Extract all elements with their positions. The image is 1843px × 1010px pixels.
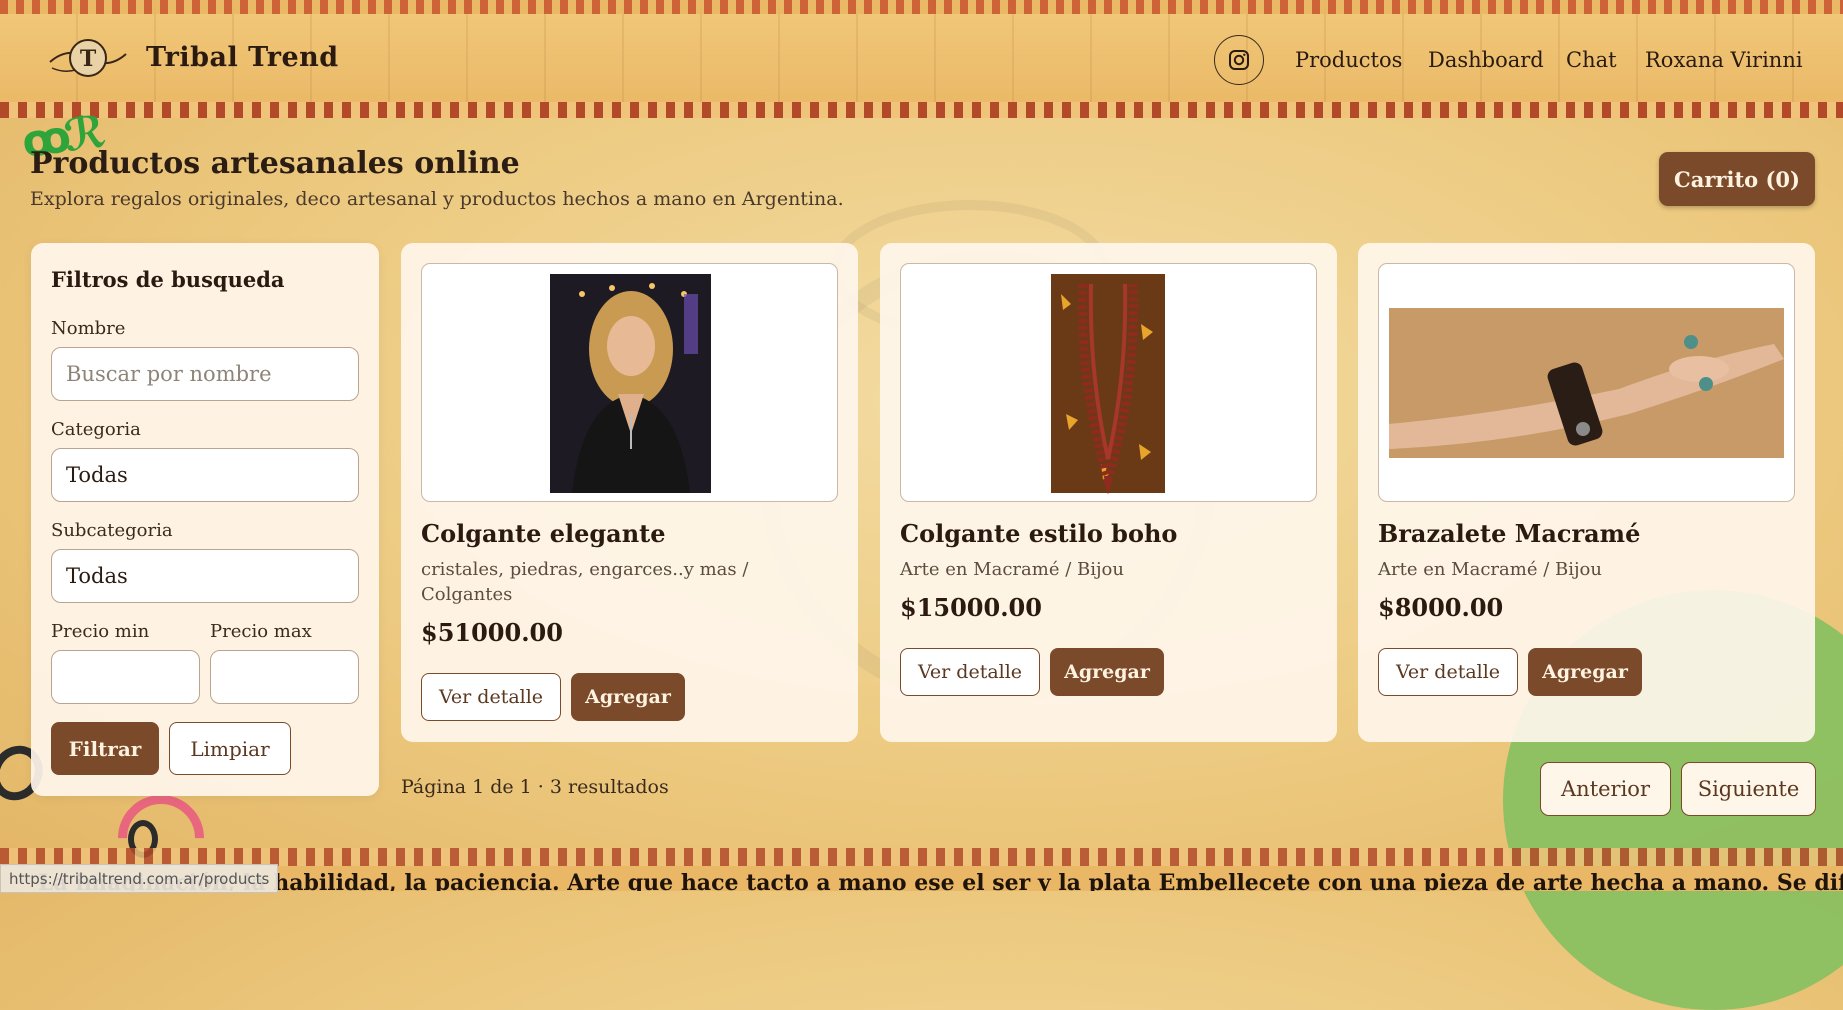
product-name[interactable]: Colgante estilo boho [900, 519, 1177, 548]
product-photo-macrame-bracelet [1389, 308, 1784, 458]
product-card: Brazalete Macramé Arte en Macramé / Bijo… [1358, 243, 1815, 742]
product-image[interactable] [900, 263, 1317, 502]
header-pattern-top [0, 0, 1843, 14]
product-photo-woman-pendant [550, 274, 711, 493]
filter-button[interactable]: Filtrar [51, 722, 159, 775]
nav-chat[interactable]: Chat [1566, 48, 1617, 72]
previous-page-button[interactable]: Anterior [1540, 762, 1671, 816]
product-card: Colgante estilo boho Arte en Macramé / B… [880, 243, 1337, 742]
product-photo-boho-necklace [1051, 274, 1165, 495]
product-price: $15000.00 [900, 593, 1042, 622]
next-page-button[interactable]: Siguiente [1681, 762, 1816, 816]
svg-text:T: T [80, 46, 97, 72]
product-image[interactable] [421, 263, 838, 502]
view-detail-button[interactable]: Ver detalle [1378, 648, 1518, 696]
product-price: $51000.00 [421, 618, 563, 647]
add-to-cart-button[interactable]: Agregar [1050, 648, 1164, 696]
product-category: cristales, piedras, engarces..y mas / Co… [421, 559, 749, 605]
nav-user-menu[interactable]: Roxana Virinni [1645, 48, 1803, 72]
nav-dashboard[interactable]: Dashboard [1428, 48, 1544, 72]
category-label: Categoria [51, 419, 141, 440]
view-detail-button[interactable]: Ver detalle [421, 673, 561, 721]
add-to-cart-button[interactable]: Agregar [571, 673, 685, 721]
price-max-label: Precio max [210, 621, 312, 642]
clear-button[interactable]: Limpiar [169, 722, 291, 775]
category-select[interactable]: Todas [51, 448, 359, 502]
pagination-info: Página 1 de 1 · 3 resultados [401, 776, 669, 798]
logo-icon[interactable]: T [48, 36, 128, 80]
brand-name[interactable]: Tribal Trend [146, 42, 339, 73]
product-image[interactable] [1378, 263, 1795, 502]
site-header: T Tribal Trend Productos Dashboard Chat … [0, 0, 1843, 118]
status-bar-url: https://tribaltrend.com.ar/products [0, 864, 279, 893]
page-subtitle: Explora regalos originales, deco artesan… [30, 188, 844, 210]
product-name[interactable]: Brazalete Macramé [1378, 519, 1640, 548]
cart-button[interactable]: Carrito (0) [1659, 152, 1815, 206]
product-price: $8000.00 [1378, 593, 1504, 622]
instagram-button[interactable] [1214, 35, 1264, 85]
name-label: Nombre [51, 318, 126, 339]
price-max-input[interactable] [210, 650, 359, 704]
product-category: Arte en Macramé / Bijou [1378, 559, 1602, 580]
nav-productos[interactable]: Productos [1295, 48, 1402, 72]
page-title: Productos artesanales online [30, 146, 520, 181]
product-category: Arte en Macramé / Bijou [900, 559, 1124, 580]
filters-panel: Filtros de busqueda Nombre Buscar por no… [31, 243, 379, 796]
add-to-cart-button[interactable]: Agregar [1528, 648, 1642, 696]
filters-title: Filtros de busqueda [51, 267, 285, 292]
product-card: Colgante elegante cristales, piedras, en… [401, 243, 858, 742]
subcategory-label: Subcategoria [51, 520, 173, 541]
price-min-input[interactable] [51, 650, 200, 704]
product-name[interactable]: Colgante elegante [421, 519, 666, 548]
price-min-label: Precio min [51, 621, 150, 642]
header-pattern-bottom [0, 102, 1843, 118]
subcategory-select[interactable]: Todas [51, 549, 359, 603]
name-search-input[interactable]: Buscar por nombre [51, 347, 359, 401]
view-detail-button[interactable]: Ver detalle [900, 648, 1040, 696]
footer-tagline: La imaginación, la habilidad, la pacienc… [38, 870, 1843, 891]
instagram-icon [1229, 50, 1249, 70]
